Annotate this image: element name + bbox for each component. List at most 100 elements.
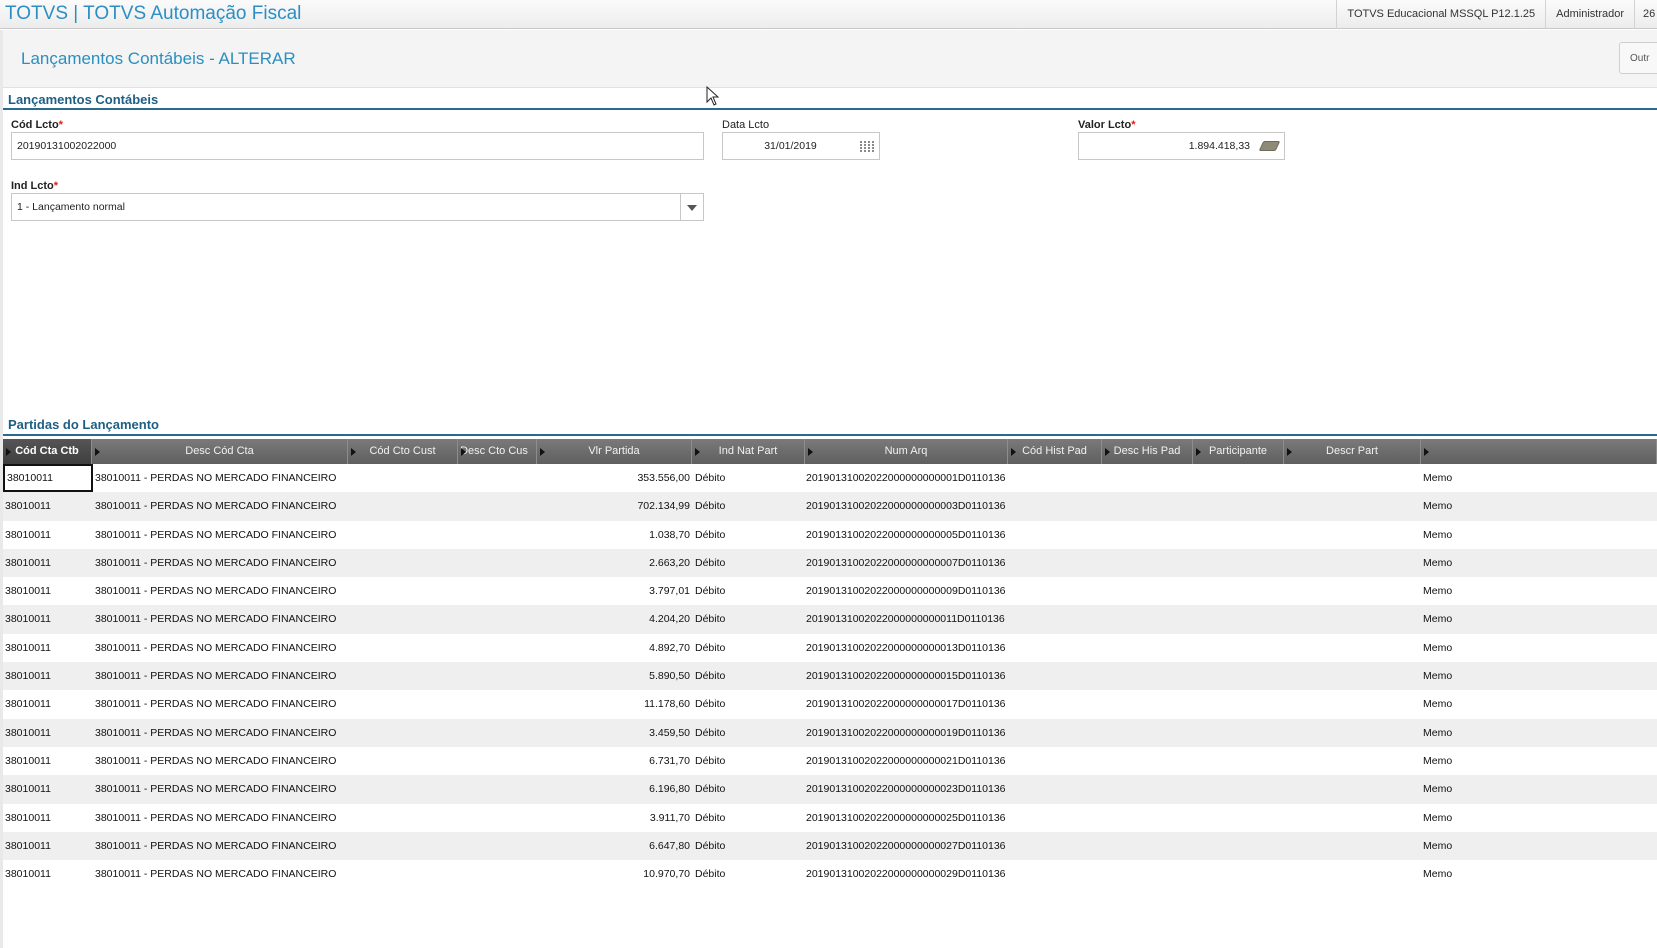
cell-desc-cod-cta[interactable]: 38010011 - PERDAS NO MERCADO FINANCEIRO — [95, 747, 347, 775]
cell-ind-nat-part[interactable]: Débito — [695, 832, 795, 860]
cell-ind-nat-part[interactable]: Débito — [695, 690, 795, 718]
cell-memo[interactable]: Memo — [1423, 690, 1503, 718]
cell-cod-cta-ctb[interactable]: 38010011 — [5, 719, 95, 747]
cell-desc-cod-cta[interactable]: 38010011 - PERDAS NO MERCADO FINANCEIRO — [95, 690, 347, 718]
cell-num-arq[interactable]: 20190131002022000000000003D0110136 — [806, 492, 1006, 520]
cell-ind-nat-part[interactable]: Débito — [695, 747, 795, 775]
cell-memo[interactable]: Memo — [1423, 775, 1503, 803]
cell-ind-nat-part[interactable]: Débito — [695, 719, 795, 747]
cell-desc-cod-cta[interactable]: 38010011 - PERDAS NO MERCADO FINANCEIRO — [95, 775, 347, 803]
cell-cod-cta-ctb[interactable]: 38010011 — [5, 832, 95, 860]
cell-memo[interactable]: Memo — [1423, 634, 1503, 662]
cell-vlr-partida[interactable]: 2.663,20 — [537, 549, 690, 577]
sort-arrow-icon[interactable] — [351, 448, 356, 456]
col-extra-header[interactable] — [1421, 439, 1657, 464]
cell-ind-nat-part[interactable]: Débito — [695, 860, 795, 888]
cell-ind-nat-part[interactable]: Débito — [695, 605, 795, 633]
sort-arrow-icon[interactable] — [808, 448, 813, 456]
cell-desc-cod-cta[interactable]: 38010011 - PERDAS NO MERCADO FINANCEIRO — [95, 860, 347, 888]
cell-desc-cod-cta[interactable]: 38010011 - PERDAS NO MERCADO FINANCEIRO — [95, 464, 347, 492]
cell-num-arq[interactable]: 20190131002022000000000007D0110136 — [806, 549, 1006, 577]
cell-num-arq[interactable]: 20190131002022000000000027D0110136 — [806, 832, 1006, 860]
sort-arrow-icon[interactable] — [695, 448, 700, 456]
sort-arrow-icon[interactable] — [6, 448, 11, 456]
cell-vlr-partida[interactable]: 5.890,50 — [537, 662, 690, 690]
cell-cod-cta-ctb[interactable]: 38010011 — [3, 464, 93, 492]
cell-memo[interactable]: Memo — [1423, 662, 1503, 690]
cell-vlr-partida[interactable]: 10.970,70 — [537, 860, 690, 888]
table-row[interactable]: 38010011 38010011 - PERDAS NO MERCADO FIN… — [3, 718, 1657, 747]
cell-cod-cta-ctb[interactable]: 38010011 — [5, 605, 95, 633]
ind-lcto-select[interactable]: 1 - Lançamento normal — [11, 193, 704, 221]
cell-ind-nat-part[interactable]: Débito — [695, 492, 795, 520]
col-desc-his-pad-header[interactable]: Desc His Pad — [1102, 439, 1193, 464]
table-row[interactable]: 38010011 38010011 - PERDAS NO MERCADO FIN… — [3, 860, 1657, 888]
cell-num-arq[interactable]: 20190131002022000000000005D0110136 — [806, 521, 1006, 549]
cell-memo[interactable]: Memo — [1423, 577, 1503, 605]
cell-memo[interactable]: Memo — [1423, 605, 1503, 633]
cell-ind-nat-part[interactable]: Débito — [695, 577, 795, 605]
table-row[interactable]: 38010011 38010011 - PERDAS NO MERCADO FIN… — [3, 605, 1657, 634]
cell-cod-cta-ctb[interactable]: 38010011 — [5, 549, 95, 577]
cell-num-arq[interactable]: 20190131002022000000000013D0110136 — [806, 634, 1006, 662]
cell-ind-nat-part[interactable]: Débito — [695, 634, 795, 662]
sort-arrow-icon[interactable] — [1196, 448, 1201, 456]
other-actions-button[interactable]: Outr — [1619, 42, 1657, 74]
table-row[interactable]: 38010011 38010011 - PERDAS NO MERCADO FIN… — [3, 690, 1657, 718]
cell-num-arq[interactable]: 20190131002022000000000021D0110136 — [806, 747, 1006, 775]
sort-arrow-icon[interactable] — [540, 448, 545, 456]
cell-ind-nat-part[interactable]: Débito — [695, 464, 795, 492]
cell-ind-nat-part[interactable]: Débito — [695, 804, 795, 832]
col-cod-cto-cust-header[interactable]: Cód Cto Cust — [348, 439, 458, 464]
cell-vlr-partida[interactable]: 3.911,70 — [537, 804, 690, 832]
cell-ind-nat-part[interactable]: Débito — [695, 521, 795, 549]
table-row[interactable]: 38010011 38010011 - PERDAS NO MERCADO FIN… — [3, 577, 1657, 605]
sort-arrow-icon[interactable] — [95, 448, 100, 456]
cell-num-arq[interactable]: 20190131002022000000000015D0110136 — [806, 662, 1006, 690]
cell-desc-cod-cta[interactable]: 38010011 - PERDAS NO MERCADO FINANCEIRO — [95, 719, 347, 747]
cell-ind-nat-part[interactable]: Débito — [695, 549, 795, 577]
cell-cod-cta-ctb[interactable]: 38010011 — [5, 804, 95, 832]
user-menu[interactable]: Administrador — [1545, 0, 1634, 29]
cell-vlr-partida[interactable]: 6.647,80 — [537, 832, 690, 860]
sort-arrow-icon[interactable] — [1424, 448, 1429, 456]
cell-vlr-partida[interactable]: 4.892,70 — [537, 634, 690, 662]
cell-cod-cta-ctb[interactable]: 38010011 — [5, 662, 95, 690]
cell-desc-cod-cta[interactable]: 38010011 - PERDAS NO MERCADO FINANCEIRO — [95, 577, 347, 605]
sort-arrow-icon[interactable] — [1011, 448, 1016, 456]
cell-memo[interactable]: Memo — [1423, 747, 1503, 775]
col-cod-cta-ctb-header[interactable]: Cód Cta Ctb — [3, 439, 92, 464]
cell-vlr-partida[interactable]: 6.196,80 — [537, 775, 690, 803]
data-lcto-field[interactable]: 31/01/2019 — [722, 132, 880, 160]
table-row[interactable]: 38010011 38010011 - PERDAS NO MERCADO FIN… — [3, 634, 1657, 662]
cell-cod-cta-ctb[interactable]: 38010011 — [5, 747, 95, 775]
table-row[interactable]: 38010011 38010011 - PERDAS NO MERCADO FIN… — [3, 747, 1657, 775]
cell-desc-cod-cta[interactable]: 38010011 - PERDAS NO MERCADO FINANCEIRO — [95, 832, 347, 860]
sort-arrow-icon[interactable] — [1105, 448, 1110, 456]
cell-num-arq[interactable]: 20190131002022000000000001D0110136 — [806, 464, 1006, 492]
cell-vlr-partida[interactable]: 353.556,00 — [537, 464, 690, 492]
cell-cod-cta-ctb[interactable]: 38010011 — [5, 577, 95, 605]
cell-desc-cod-cta[interactable]: 38010011 - PERDAS NO MERCADO FINANCEIRO — [95, 662, 347, 690]
valor-lcto-field[interactable]: 1.894.418,33 — [1078, 132, 1285, 160]
table-row[interactable]: 38010011 38010011 - PERDAS NO MERCADO FIN… — [3, 521, 1657, 549]
cod-lcto-field[interactable]: 20190131002022000 — [11, 132, 704, 160]
table-row[interactable]: 38010011 38010011 - PERDAS NO MERCADO FIN… — [3, 775, 1657, 804]
cell-num-arq[interactable]: 20190131002022000000000025D0110136 — [806, 804, 1006, 832]
cell-cod-cta-ctb[interactable]: 38010011 — [5, 860, 95, 888]
col-desc-cto-cus-header[interactable]: Desc Cto Cus — [458, 439, 537, 464]
cell-desc-cod-cta[interactable]: 38010011 - PERDAS NO MERCADO FINANCEIRO — [95, 549, 347, 577]
col-vlr-partida-header[interactable]: Vlr Partida — [537, 439, 692, 464]
cell-num-arq[interactable]: 20190131002022000000000009D0110136 — [806, 577, 1006, 605]
table-row[interactable]: 38010011 38010011 - PERDAS NO MERCADO FIN… — [3, 464, 1657, 492]
col-desc-cod-cta-header[interactable]: Desc Cód Cta — [92, 439, 348, 464]
cell-desc-cod-cta[interactable]: 38010011 - PERDAS NO MERCADO FINANCEIRO — [95, 521, 347, 549]
calendar-icon[interactable] — [860, 141, 874, 152]
money-icon[interactable] — [1258, 141, 1281, 151]
col-participante-header[interactable]: Participante — [1193, 439, 1284, 464]
cell-memo[interactable]: Memo — [1423, 492, 1503, 520]
cell-cod-cta-ctb[interactable]: 38010011 — [5, 690, 95, 718]
cell-num-arq[interactable]: 20190131002022000000000017D0110136 — [806, 690, 1006, 718]
table-row[interactable]: 38010011 38010011 - PERDAS NO MERCADO FIN… — [3, 804, 1657, 832]
cell-num-arq[interactable]: 20190131002022000000000023D0110136 — [806, 775, 1006, 803]
